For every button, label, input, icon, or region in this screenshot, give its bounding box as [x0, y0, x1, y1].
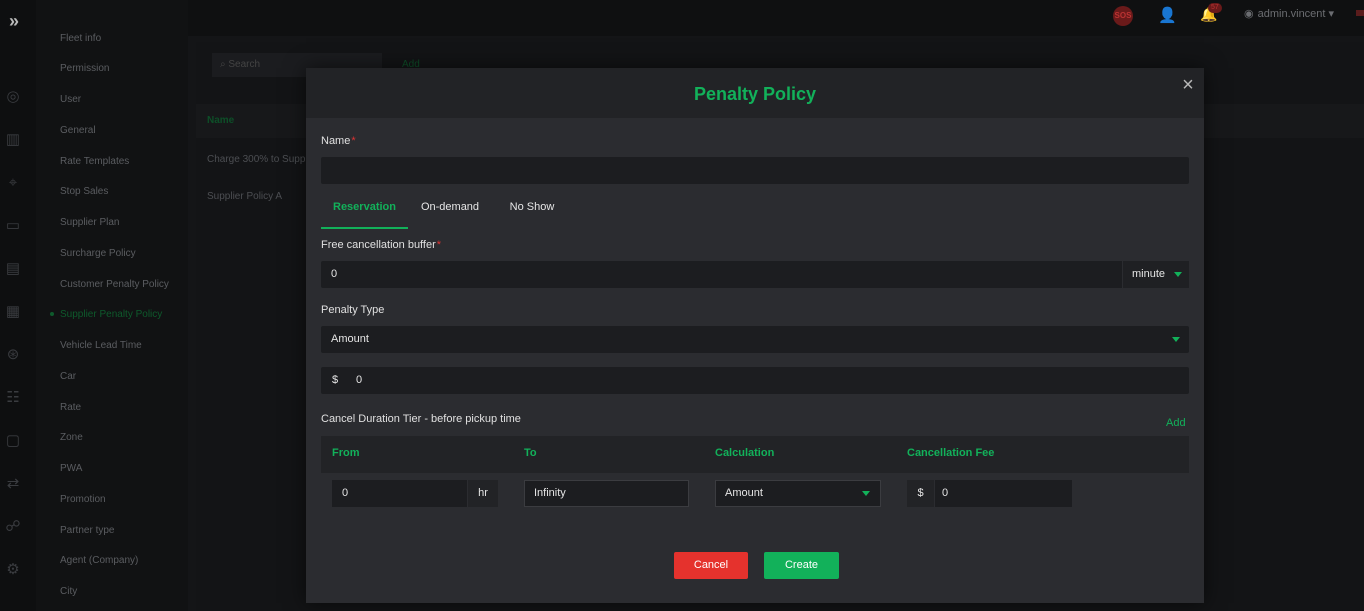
calendar-icon[interactable]: ▦: [4, 303, 22, 321]
penalty-amount-value: 0: [356, 374, 363, 386]
required-mark: *: [436, 239, 442, 251]
top-bar: [188, 0, 1364, 36]
subnav-item-rate[interactable]: Rate: [60, 402, 81, 413]
column-calculation: Calculation: [715, 447, 775, 459]
chevron-down-icon: [1172, 337, 1180, 342]
steering-wheel-icon[interactable]: ⊛: [4, 346, 22, 364]
icon-rail: » ◎ ▥ ⌖ ▭ ▤ ▦ ⊛ ☷ ▢ ⇄ ☍ ⚙: [0, 0, 36, 611]
required-mark: *: [351, 135, 356, 147]
account-username: admin.vincent: [1257, 8, 1326, 20]
language-flag-icon[interactable]: [1356, 10, 1364, 16]
tier-label: Cancel Duration Tier - before pickup tim…: [321, 413, 521, 425]
subnav-item-surcharge-policy[interactable]: Surcharge Policy: [60, 248, 136, 259]
subnav-item-permission[interactable]: Permission: [60, 63, 109, 74]
document-icon[interactable]: ▤: [4, 260, 22, 278]
penalty-type-value: Amount: [331, 333, 369, 345]
tier-from-value: 0: [342, 487, 349, 499]
table-row[interactable]: Supplier Policy A: [207, 191, 282, 202]
chevron-down-icon: [1174, 272, 1182, 277]
free-cancellation-label: Free cancellation buffer*: [321, 239, 441, 251]
id-card-icon[interactable]: ▭: [4, 217, 22, 235]
users-icon[interactable]: ☷: [4, 389, 22, 407]
team-location-icon[interactable]: ☍: [4, 518, 22, 536]
sos-button[interactable]: SOS: [1113, 6, 1133, 26]
tab-no-show[interactable]: No Show: [501, 196, 563, 227]
table-row[interactable]: Charge 300% to Supplier: [207, 154, 319, 165]
subnav-item-user[interactable]: User: [60, 94, 81, 105]
search-placeholder: Search: [228, 59, 261, 70]
tab-on-demand[interactable]: On-demand: [415, 196, 485, 227]
tier-fee-currency: $: [907, 480, 935, 507]
expand-menu-icon[interactable]: »: [5, 12, 23, 30]
penalty-type-select[interactable]: Amount: [321, 326, 1189, 353]
active-indicator-dot: [50, 312, 54, 316]
subnav-item-rate-templates[interactable]: Rate Templates: [60, 156, 129, 167]
name-label: Name*: [321, 135, 356, 147]
subnav-item-agent-company[interactable]: Agent (Company): [60, 555, 138, 566]
modal-header: Penalty Policy ×: [306, 68, 1204, 118]
name-label-text: Name: [321, 135, 351, 147]
user-profile-icon[interactable]: 👤: [1158, 6, 1177, 24]
settings-subnav: Fleet info Permission User General Rate …: [36, 0, 188, 611]
column-to: To: [524, 447, 537, 459]
free-cancellation-value: 0: [331, 268, 338, 280]
account-circle-icon: ◉: [1244, 8, 1254, 20]
column-cancellation-fee: Cancellation Fee: [907, 447, 995, 459]
gauge-icon[interactable]: ◎: [4, 88, 22, 106]
time-unit-value: minute: [1132, 268, 1166, 280]
tier-from-input[interactable]: 0 hr: [332, 480, 498, 507]
close-icon[interactable]: ×: [1178, 74, 1198, 96]
location-pin-icon[interactable]: ⌖: [4, 174, 22, 192]
name-input[interactable]: [321, 157, 1189, 184]
notification-count-badge: 57: [1208, 3, 1222, 13]
free-cancellation-label-text: Free cancellation buffer: [321, 239, 436, 251]
subnav-item-stop-sales[interactable]: Stop Sales: [60, 186, 108, 197]
create-button[interactable]: Create: [764, 552, 839, 579]
column-from: From: [332, 447, 360, 459]
policy-tabs: Reservation On-demand No Show: [321, 196, 1189, 229]
subnav-item-city[interactable]: City: [60, 586, 77, 597]
device-icon[interactable]: ▢: [4, 432, 22, 450]
subnav-item-pwa[interactable]: PWA: [60, 463, 82, 474]
penalty-type-label: Penalty Type: [321, 304, 385, 316]
tier-to-value: Infinity: [534, 487, 566, 499]
subnav-item-general[interactable]: General: [60, 125, 96, 136]
subnav-item-promotion[interactable]: Promotion: [60, 494, 106, 505]
subnav-item-supplier-plan[interactable]: Supplier Plan: [60, 217, 119, 228]
subnav-item-vehicle-lead-time[interactable]: Vehicle Lead Time: [60, 340, 142, 351]
user-settings-icon[interactable]: ⚙: [4, 561, 22, 579]
subnav-item-supplier-penalty-policy[interactable]: Supplier Penalty Policy: [60, 309, 162, 320]
subnav-item-zone[interactable]: Zone: [60, 432, 83, 443]
subnav-item-fleet-info[interactable]: Fleet info: [60, 33, 101, 44]
cancel-button[interactable]: Cancel: [674, 552, 748, 579]
subnav-item-car[interactable]: Car: [60, 371, 76, 382]
tier-table-header: From To Calculation Cancellation Fee: [321, 436, 1189, 473]
tier-calculation-select[interactable]: Amount: [715, 480, 881, 507]
route-icon[interactable]: ⇄: [4, 475, 22, 493]
tier-from-unit: hr: [467, 480, 498, 507]
currency-symbol: $: [332, 374, 339, 386]
add-tier-button[interactable]: Add: [1166, 417, 1186, 429]
tab-reservation[interactable]: Reservation: [321, 196, 408, 229]
subnav-item-customer-penalty-policy[interactable]: Customer Penalty Policy: [60, 279, 169, 290]
modal-title: Penalty Policy: [693, 84, 817, 104]
penalty-amount-input[interactable]: $ 0: [321, 367, 1189, 394]
caret-down-icon: ▾: [1328, 8, 1335, 20]
chevron-down-icon: [862, 491, 870, 496]
free-cancellation-input[interactable]: 0 minute: [321, 261, 1189, 288]
tier-to-input[interactable]: Infinity: [524, 480, 689, 507]
chart-icon[interactable]: ▥: [4, 131, 22, 149]
penalty-policy-modal: Penalty Policy × Name* Reservation On-de…: [306, 68, 1204, 603]
background-column-name: Name: [207, 115, 235, 126]
subnav-item-partner-type[interactable]: Partner type: [60, 525, 114, 536]
tier-fee-value: 0: [942, 487, 949, 499]
account-menu[interactable]: ◉ admin.vincent ▾: [1244, 7, 1334, 20]
tier-fee-input[interactable]: $ 0: [907, 480, 1072, 507]
tier-calculation-value: Amount: [725, 487, 763, 499]
time-unit-select[interactable]: minute: [1122, 261, 1189, 288]
